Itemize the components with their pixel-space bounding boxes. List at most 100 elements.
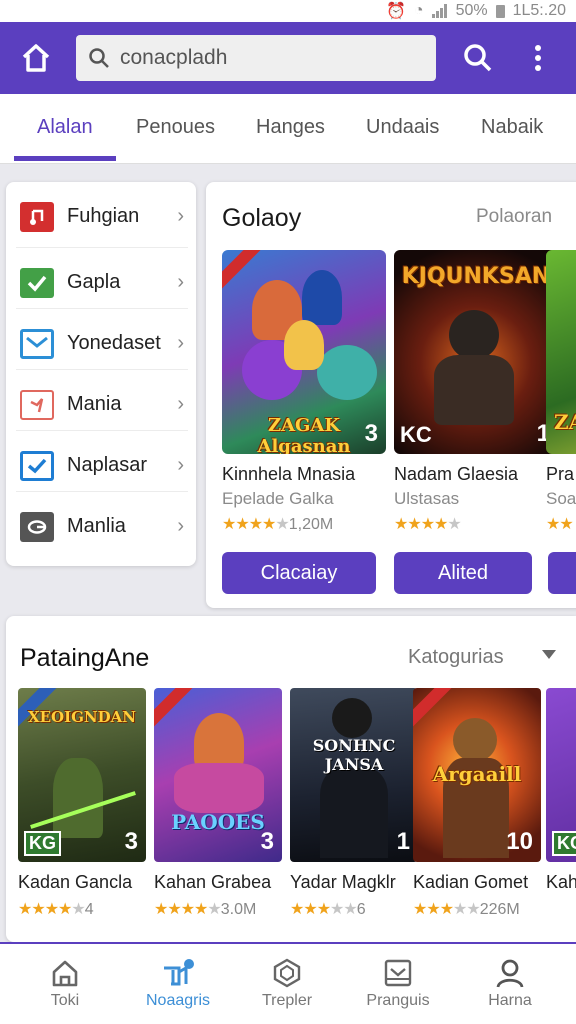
game-developer: Epelade Galka bbox=[222, 489, 334, 508]
game-thumbnail[interactable]: PAOOES 3 bbox=[154, 688, 282, 862]
tab-undaais[interactable]: Undaais bbox=[366, 116, 439, 139]
signal-icon bbox=[431, 4, 448, 18]
tab-penoues[interactable]: Penoues bbox=[136, 116, 215, 139]
star-rating: ★★★★★ bbox=[222, 516, 290, 533]
game-thumbnail[interactable]: SONHNC JANSA 1 bbox=[290, 688, 418, 862]
game-card[interactable]: KJQUNKSAN KC 1 Nadam Glaesia Ulstasas ★★… bbox=[394, 250, 558, 534]
nav-toki[interactable]: Toki bbox=[10, 958, 120, 1010]
category-dropdown[interactable]: Katogurias bbox=[408, 646, 504, 669]
bottom-navigation: Toki Noaagris Trepler Pranguis Harna bbox=[0, 942, 576, 1024]
home-icon bbox=[22, 44, 50, 72]
shield-icon bbox=[273, 958, 301, 988]
game-logo: Argaaill bbox=[432, 762, 522, 786]
home-icon bbox=[52, 960, 78, 987]
menu-item-manlia[interactable]: Manlia › bbox=[6, 496, 196, 557]
star-rating: ★★★★★ bbox=[18, 901, 86, 918]
game-logo: KJQUNKSAN bbox=[401, 264, 551, 289]
badge-number: 3 bbox=[124, 828, 138, 855]
badge-number: 3 bbox=[260, 828, 274, 855]
star-rating: ★★★★★ bbox=[290, 901, 358, 918]
divider bbox=[16, 308, 188, 309]
star-rating: ★★ bbox=[546, 516, 574, 533]
corner-ribbon bbox=[413, 688, 455, 728]
nav-noaagris[interactable]: Noaagris bbox=[123, 958, 233, 1010]
game-name: Kahan Grabea bbox=[154, 872, 272, 892]
nav-trepler[interactable]: Trepler bbox=[232, 958, 342, 1010]
rating-count: 226M bbox=[479, 901, 520, 918]
menu-item-fuhgian[interactable]: Fuhgian › bbox=[6, 186, 196, 247]
game-name: Kah bbox=[546, 872, 576, 892]
game-card[interactable]: KG Kah bbox=[546, 688, 576, 893]
nav-harna[interactable]: Harna bbox=[455, 958, 565, 1010]
rating-count: 4 bbox=[84, 901, 94, 918]
game-card[interactable]: SONHNC JANSA 1 Yadar Magklr ★★★★★6 bbox=[290, 688, 418, 919]
section-title: PataingAne bbox=[20, 644, 150, 672]
game-thumbnail[interactable]: Argaaill 10 bbox=[413, 688, 541, 862]
section-title: Golaoy bbox=[222, 204, 302, 232]
active-tab-indicator bbox=[14, 156, 116, 161]
game-thumbnail[interactable]: ZAGAK Algasnan 3 bbox=[222, 250, 386, 454]
game-thumbnail[interactable]: XEOIGNDAN KG 3 bbox=[18, 688, 146, 862]
tab-alalan[interactable]: Alalan bbox=[37, 116, 93, 139]
install-button[interactable]: Alited bbox=[394, 552, 532, 594]
more-vert-icon bbox=[535, 45, 541, 71]
tab-hanges[interactable]: Hanges bbox=[256, 116, 325, 139]
corner-ribbon bbox=[222, 250, 264, 290]
star-rating: ★★★★★ bbox=[154, 901, 222, 918]
nav-pranguis[interactable]: Pranguis bbox=[343, 958, 453, 1010]
game-card[interactable]: ZA Pra Soa ★★ bbox=[546, 250, 576, 534]
game-card[interactable]: XEOIGNDAN KG 3 Kadan Gancla ★★★★★4 bbox=[18, 688, 146, 919]
menu-item-gapla[interactable]: Gapla › bbox=[6, 252, 196, 313]
game-name: Kadian Gomet bbox=[413, 872, 529, 892]
menu-item-naplasar[interactable]: Naplasar › bbox=[6, 435, 196, 496]
divider bbox=[16, 369, 188, 370]
profile-icon bbox=[496, 959, 524, 988]
category-menu: Fuhgian › Gapla › Yonedaset › Mania › Na… bbox=[6, 182, 196, 566]
game-card[interactable]: Argaaill 10 Kadian Gomet ★★★★★226M bbox=[413, 688, 541, 919]
divider bbox=[16, 491, 188, 492]
install-button[interactable]: Clacaiay bbox=[222, 552, 376, 594]
menu-label: Gapla bbox=[67, 271, 121, 293]
game-rating: ★★★★★226M bbox=[413, 899, 541, 919]
checkmark-app-icon bbox=[20, 267, 54, 298]
game-name: Nadam Glaesia bbox=[394, 464, 519, 484]
menu-label: Fuhgian bbox=[67, 205, 140, 227]
search-icon bbox=[89, 48, 109, 68]
wifi-icon: ◔ bbox=[413, 2, 424, 19]
chevron-right-icon: › bbox=[177, 393, 184, 415]
game-thumbnail[interactable]: KJQUNKSAN KC 1 bbox=[394, 250, 558, 454]
chevron-down-icon[interactable] bbox=[542, 650, 556, 659]
search-button[interactable] bbox=[456, 36, 500, 80]
nav-label: Toki bbox=[50, 992, 80, 1009]
game-card[interactable]: ZAGAK Algasnan 3 Kinnhela Mnasia Epelade… bbox=[222, 250, 386, 534]
nav-label: Harna bbox=[488, 992, 532, 1009]
menu-label: Yonedaset bbox=[67, 332, 161, 354]
see-more-link[interactable]: Polaoran bbox=[476, 206, 552, 228]
badge-number: 1 bbox=[396, 828, 410, 855]
chevron-right-icon: › bbox=[177, 454, 184, 476]
home-button[interactable] bbox=[14, 36, 58, 80]
menu-item-yonedaset[interactable]: Yonedaset › bbox=[6, 313, 196, 374]
rating-count: 1,20M bbox=[288, 516, 334, 533]
inbox-icon bbox=[384, 959, 412, 987]
install-button[interactable] bbox=[548, 552, 576, 594]
nav-label: Pranguis bbox=[366, 992, 430, 1009]
game-rating: ★★★★★1,20M bbox=[222, 514, 386, 534]
menu-item-mania[interactable]: Mania › bbox=[6, 374, 196, 435]
game-card[interactable]: PAOOES 3 Kahan Grabea ★★★★★3.0M bbox=[154, 688, 282, 919]
nav-label: Trepler bbox=[261, 992, 313, 1009]
game-logo: XEOIGNDAN bbox=[27, 708, 137, 726]
game-thumbnail[interactable]: KG bbox=[546, 688, 576, 862]
tab-nabaik[interactable]: Nabaik bbox=[481, 116, 543, 139]
badge-code: KG bbox=[552, 831, 576, 856]
game-developer: Ulstasas bbox=[394, 489, 460, 508]
game-thumbnail[interactable]: ZA bbox=[546, 250, 576, 454]
checkbox-app-icon bbox=[20, 450, 54, 481]
search-input[interactable]: conacpladh bbox=[76, 35, 436, 81]
chevron-right-icon: › bbox=[177, 205, 184, 227]
search-query: conacpladh bbox=[120, 46, 228, 69]
chevron-right-icon: › bbox=[177, 515, 184, 537]
category-section: PataingAne Katogurias XEOIGNDAN KG 3 Kad… bbox=[6, 616, 576, 942]
swirl-app-icon bbox=[20, 511, 54, 542]
more-options-button[interactable] bbox=[520, 36, 556, 80]
